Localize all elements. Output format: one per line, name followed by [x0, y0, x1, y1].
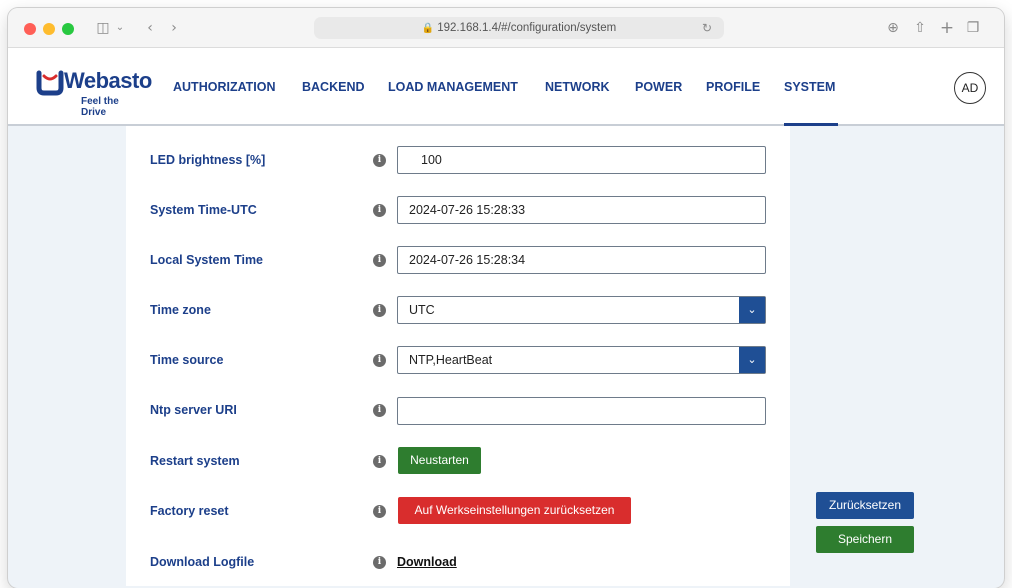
time-source-label: Time source: [150, 353, 224, 367]
led-brightness-input[interactable]: 100: [397, 146, 766, 174]
chevron-down-icon[interactable]: ⌄: [739, 347, 765, 373]
downloads-icon[interactable]: ⊕: [884, 18, 902, 38]
forward-icon[interactable]: ›: [166, 18, 182, 38]
download-logfile-label: Download Logfile: [150, 555, 255, 569]
webasto-logo[interactable]: Webasto Feel the Drive: [36, 68, 152, 118]
info-icon[interactable]: i: [373, 556, 386, 569]
time-source-value: NTP,HeartBeat: [409, 353, 493, 367]
local-system-time-label: Local System Time: [150, 253, 264, 267]
factory-reset-label: Factory reset: [150, 504, 229, 518]
browser-toolbar: ◫ ⌄ ‹ › 🔒 192.168.1.4/#/configuration/sys…: [8, 8, 1004, 48]
nav-backend[interactable]: BACKEND: [302, 80, 365, 94]
system-time-utc-input[interactable]: 2024-07-26 15:28:33: [397, 196, 766, 224]
download-link[interactable]: Download: [397, 555, 457, 569]
active-nav-indicator: [784, 123, 838, 126]
save-button[interactable]: Speichern: [816, 526, 914, 553]
logo-tagline: Feel the Drive: [81, 96, 119, 118]
nav-power[interactable]: POWER: [635, 80, 682, 94]
nav-system[interactable]: SYSTEM: [784, 80, 835, 94]
sidebar-toggle-icon[interactable]: ◫: [94, 18, 112, 38]
back-icon[interactable]: ‹: [142, 18, 158, 38]
led-brightness-label: LED brightness [%]: [150, 153, 266, 167]
address-bar[interactable]: 🔒 192.168.1.4/#/configuration/system ↻: [314, 17, 724, 39]
time-zone-label: Time zone: [150, 303, 211, 317]
info-icon[interactable]: i: [373, 204, 386, 217]
nav-profile[interactable]: PROFILE: [706, 80, 760, 94]
nav-authorization[interactable]: AUTHORIZATION: [173, 80, 276, 94]
info-icon[interactable]: i: [373, 404, 386, 417]
zoom-window-button[interactable]: [62, 23, 74, 35]
reload-icon[interactable]: ↻: [702, 17, 712, 39]
minimize-window-button[interactable]: [43, 23, 55, 35]
webasto-logo-mark-icon: [36, 70, 64, 96]
info-icon[interactable]: i: [373, 304, 386, 317]
lock-icon: 🔒: [421, 23, 435, 34]
share-icon[interactable]: ⇧: [911, 18, 929, 38]
chevron-down-icon[interactable]: ⌄: [114, 18, 126, 38]
chevron-down-icon[interactable]: ⌄: [739, 297, 765, 323]
time-zone-value: UTC: [409, 303, 435, 317]
browser-window: ◫ ⌄ ‹ › 🔒 192.168.1.4/#/configuration/sys…: [8, 8, 1004, 588]
nav-load-management[interactable]: LOAD MANAGEMENT: [388, 80, 518, 94]
logo-wordmark: Webasto: [64, 68, 152, 93]
user-avatar[interactable]: AD: [954, 72, 986, 104]
tab-overview-icon[interactable]: ❐: [964, 18, 982, 38]
time-zone-select[interactable]: UTC ⌄: [397, 296, 766, 324]
info-icon[interactable]: i: [373, 154, 386, 167]
reset-button[interactable]: Zurücksetzen: [816, 492, 914, 519]
close-window-button[interactable]: [24, 23, 36, 35]
nav-network[interactable]: NETWORK: [545, 80, 610, 94]
app-header: Webasto Feel the Drive AUTHORIZATION BAC…: [8, 48, 1004, 126]
restart-button[interactable]: Neustarten: [398, 447, 481, 474]
new-tab-icon[interactable]: +: [938, 18, 956, 38]
local-system-time-input[interactable]: 2024-07-26 15:28:34: [397, 246, 766, 274]
info-icon[interactable]: i: [373, 254, 386, 267]
ntp-server-uri-input[interactable]: [397, 397, 766, 425]
restart-system-label: Restart system: [150, 454, 240, 468]
info-icon[interactable]: i: [373, 505, 386, 518]
url-text: 192.168.1.4/#/configuration/system: [437, 22, 617, 34]
time-source-select[interactable]: NTP,HeartBeat ⌄: [397, 346, 766, 374]
ntp-server-uri-label: Ntp server URI: [150, 403, 237, 417]
info-icon[interactable]: i: [373, 455, 386, 468]
system-time-utc-label: System Time-UTC: [150, 203, 257, 217]
factory-reset-button[interactable]: Auf Werkseinstellungen zurücksetzen: [398, 497, 631, 524]
info-icon[interactable]: i: [373, 354, 386, 367]
